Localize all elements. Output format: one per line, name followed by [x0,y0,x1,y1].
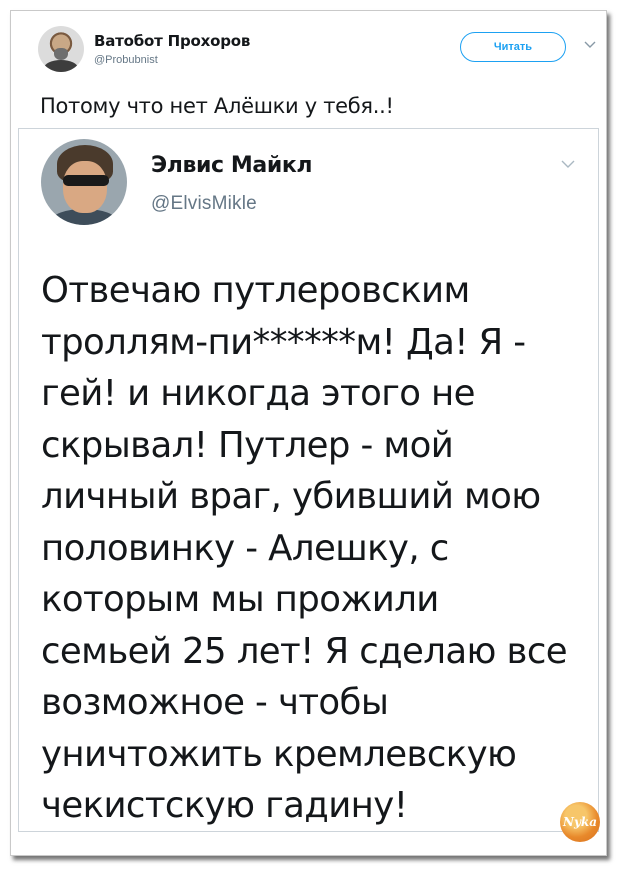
author-handle[interactable]: @Probubnist [94,54,158,66]
quoted-author-name[interactable]: Элвис Майкл [151,153,313,178]
quoted-tweet-text: Отвечаю путлеровским троллям-пи******м! … [41,270,568,826]
chevron-down-icon[interactable] [582,37,598,53]
avatar-beard [54,48,68,60]
author-name[interactable]: Ватобот Прохоров [94,32,250,50]
tweet-text: Потому что нет Алёшки у тебя..! [40,94,394,118]
follow-button[interactable]: Читать [460,32,566,62]
sunglasses [63,175,109,186]
quoted-avatar[interactable] [41,139,127,225]
outer-tweet-header: Ватобот Прохоров @Probubnist Читать [28,20,598,80]
quoted-author-handle[interactable]: @ElvisMikle [151,193,257,215]
avatar[interactable] [38,26,84,72]
avatar-shirt [44,60,78,72]
watermark-logo: Nyka [560,802,600,842]
chevron-down-icon[interactable] [559,155,577,173]
avatar-face [63,161,107,213]
quoted-tweet[interactable]: Элвис Майкл @ElvisMikle Отвечаю путлеров… [18,128,599,832]
